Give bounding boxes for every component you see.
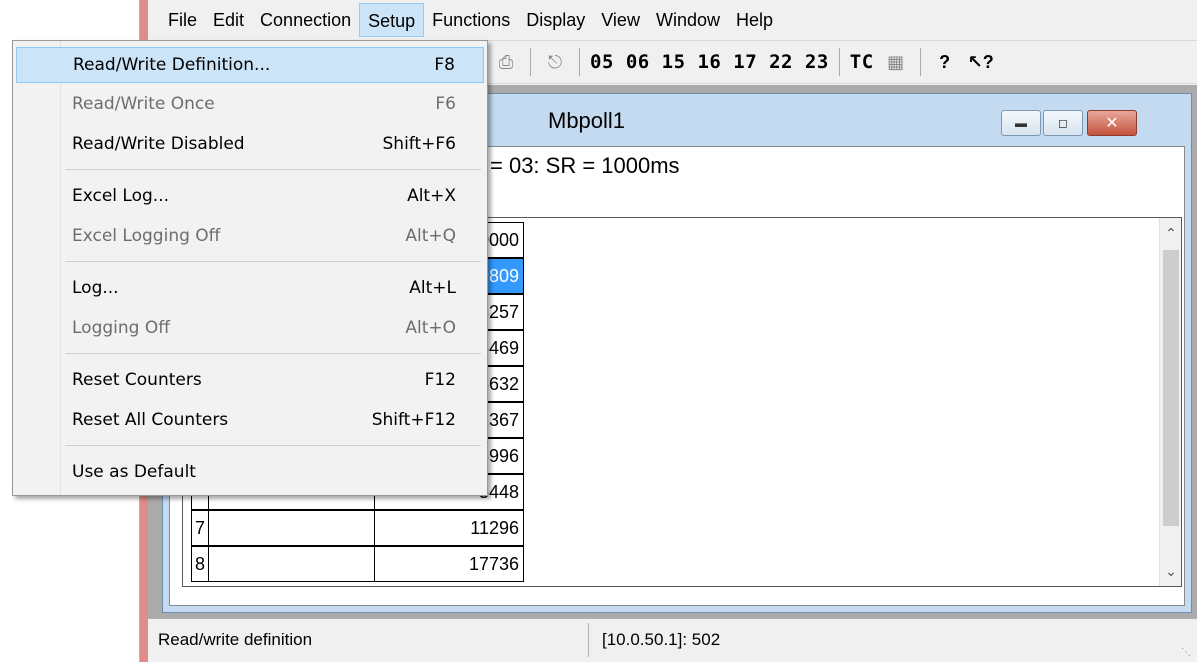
menu-item-logging-off: Logging Off Alt+O	[16, 311, 484, 347]
toolbar-separator	[838, 48, 840, 76]
menu-edit[interactable]: Edit	[205, 3, 252, 37]
scroll-thumb[interactable]	[1163, 250, 1179, 526]
pulse-icon[interactable]: ⎋	[543, 50, 567, 74]
menu-item-excel-logging-off: Excel Logging Off Alt+Q	[16, 219, 484, 255]
maximize-button[interactable]: ◻	[1043, 110, 1083, 136]
menu-item-log[interactable]: Log... Alt+L	[16, 271, 484, 307]
menu-connection[interactable]: Connection	[252, 3, 359, 37]
alias-cell[interactable]	[209, 546, 374, 582]
menu-item-shortcut: Alt+L	[409, 278, 456, 298]
poll-status-text: = 03: SR = 1000ms	[490, 153, 680, 178]
window-title: Mbpoll1	[548, 108, 626, 133]
toolbar-separator	[530, 48, 531, 76]
alias-cell[interactable]	[209, 510, 374, 546]
menu-separator	[65, 353, 481, 354]
menu-item-label: Excel Log...	[72, 186, 170, 206]
scroll-up-icon[interactable]: ⌃	[1160, 218, 1182, 248]
menu-item-label: Excel Logging Off	[72, 226, 221, 246]
row-index-cell[interactable]: 7	[191, 510, 209, 546]
menu-item-label: Read/Write Definition...	[73, 55, 271, 75]
test-center-icon[interactable]: ▦	[884, 50, 908, 74]
resize-grip-icon[interactable]: ⋱	[1181, 647, 1191, 658]
status-bar-connection: [10.0.50.1]: 502	[602, 630, 721, 649]
menu-separator	[65, 169, 481, 170]
menu-item-shortcut: Shift+F6	[382, 134, 456, 154]
menu-item-shortcut: Alt+O	[405, 318, 456, 338]
menu-item-label: Log...	[72, 278, 119, 298]
toolbar-separator	[919, 48, 921, 76]
register-value-cell[interactable]: 17736	[374, 546, 524, 582]
menu-item-shortcut: Shift+F12	[371, 410, 456, 430]
menu-separator	[65, 261, 481, 262]
menu-item-label: Reset Counters	[72, 370, 202, 390]
menu-item-reset-counters[interactable]: Reset Counters F12	[16, 363, 484, 399]
menu-item-read-write-once: Read/Write Once F6	[16, 87, 484, 123]
menu-item-shortcut: Alt+Q	[405, 226, 456, 246]
menu-item-read-write-definition[interactable]: Read/Write Definition... F8	[16, 47, 484, 83]
menu-item-shortcut: F6	[435, 94, 456, 114]
minimize-button[interactable]: ▬	[1001, 110, 1041, 136]
menu-setup[interactable]: Setup	[359, 3, 425, 37]
menu-window[interactable]: Window	[648, 3, 728, 37]
menu-item-reset-all-counters[interactable]: Reset All Counters Shift+F12	[16, 403, 484, 439]
help-icon[interactable]: ?	[933, 50, 957, 74]
menu-item-excel-log[interactable]: Excel Log... Alt+X	[16, 179, 484, 215]
menu-item-shortcut: F8	[434, 55, 455, 75]
menu-item-label: Logging Off	[72, 318, 170, 338]
menu-item-label: Use as Default	[72, 462, 196, 482]
menu-functions[interactable]: Functions	[424, 3, 518, 37]
menu-item-read-write-disabled[interactable]: Read/Write Disabled Shift+F6	[16, 127, 484, 163]
print-icon[interactable]: ⎙	[494, 50, 518, 74]
menu-item-use-as-default[interactable]: Use as Default	[16, 455, 484, 491]
scroll-down-icon[interactable]: ⌄	[1160, 556, 1182, 586]
table-row: 8 17736	[187, 546, 1159, 582]
menu-item-label: Read/Write Once	[72, 94, 215, 114]
menu-display[interactable]: Display	[518, 3, 593, 37]
menu-help[interactable]: Help	[728, 3, 781, 37]
status-bar: Read/write definition [10.0.50.1]: 502 ⋱	[148, 618, 1197, 662]
register-value-cell[interactable]: 11296	[374, 510, 524, 546]
menu-item-shortcut: F12	[424, 370, 456, 390]
vertical-scrollbar[interactable]: ⌃ ⌄	[1159, 218, 1181, 586]
menu-item-label: Reset All Counters	[72, 410, 229, 430]
menu-view[interactable]: View	[593, 3, 648, 37]
context-help-icon[interactable]: ↖?	[968, 50, 994, 74]
table-row: 7 11296	[187, 510, 1159, 546]
row-index-cell[interactable]: 8	[191, 546, 209, 582]
status-bar-message: Read/write definition	[158, 630, 313, 649]
menu-item-shortcut: Alt+X	[407, 186, 456, 206]
function-codes-button[interactable]: 05 06 15 16 17 22 23	[586, 51, 833, 73]
menu-bar: File Edit Connection Setup Functions Dis…	[148, 0, 1197, 40]
setup-dropdown-menu: Read/Write Definition... F8 Read/Write Onc…	[12, 40, 488, 496]
menu-separator	[65, 445, 481, 446]
toolbar-separator	[579, 48, 580, 76]
status-bar-separator	[588, 623, 589, 657]
menu-file[interactable]: File	[160, 3, 205, 37]
tc-button[interactable]: TC	[846, 51, 878, 73]
close-button[interactable]: ✕	[1087, 110, 1137, 136]
menu-item-label: Read/Write Disabled	[72, 134, 245, 154]
